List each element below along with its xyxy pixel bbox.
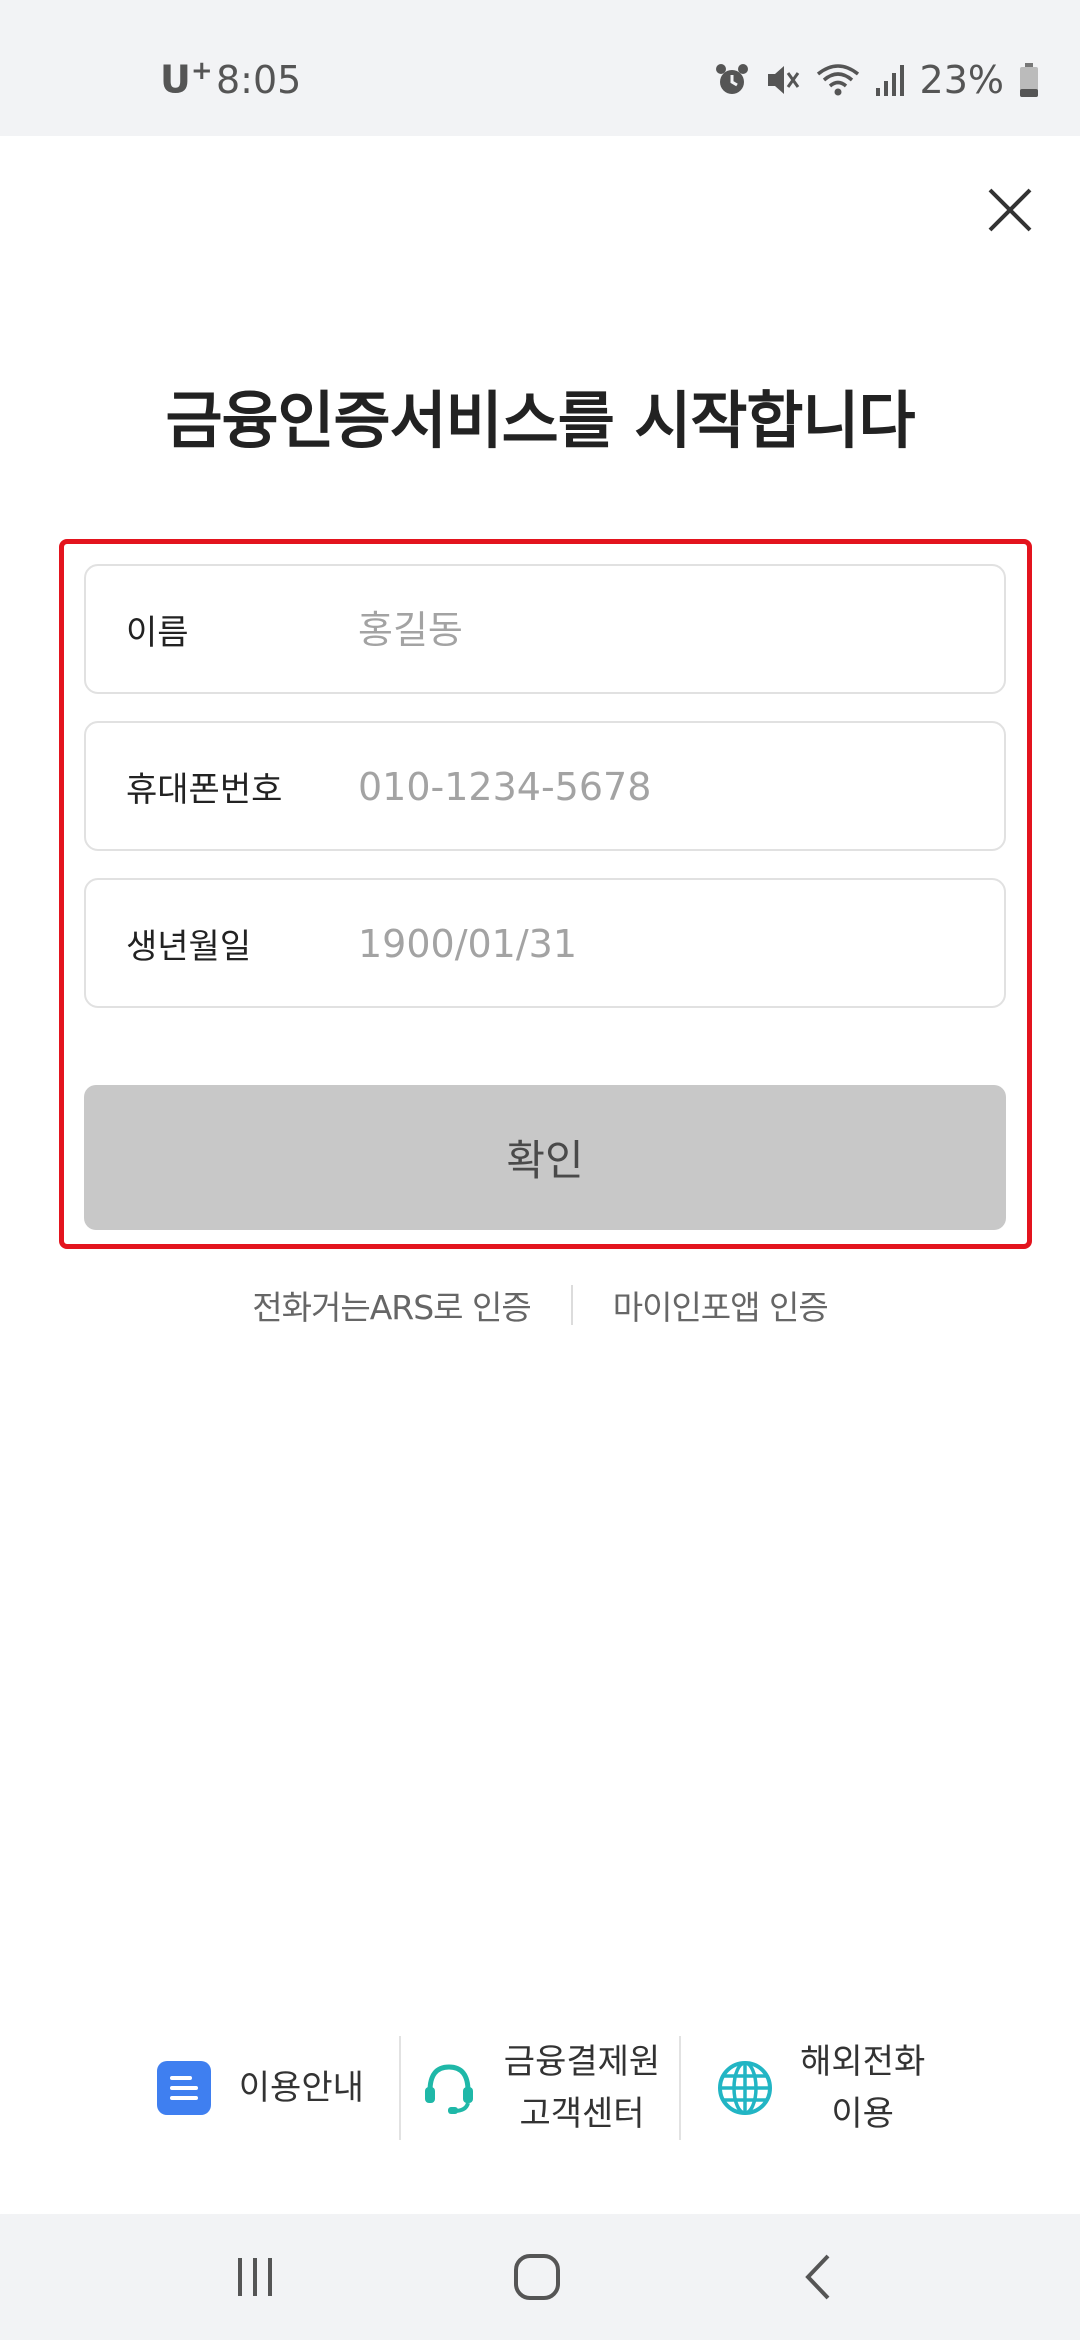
back-button[interactable] [784,2244,854,2310]
myinfo-app-auth-link[interactable]: 마이인포앱 인증 [613,1281,829,1329]
carrier-name: U [160,57,191,102]
name-label: 이름 [126,612,189,653]
carrier-label: U+ [160,56,213,102]
link-divider [570,1285,573,1325]
mute-icon [767,66,799,94]
phone-field: 휴대폰번호 [84,721,1006,851]
globe-icon [718,2061,773,2115]
screen: U+ 8:05 23% 금융인증서비스를 시작합니다 이름 홍길동 휴대폰번호 … [0,0,1080,2340]
overseas-call-button[interactable]: 해외전화 이용 [681,2028,960,2148]
birthdate-field: 생년월일 [84,878,1006,1008]
status-bar: U+ 8:05 23% [0,0,1080,136]
auth-form: 이름 휴대폰번호 생년월일 확인 [59,539,1032,1249]
phone-label: 휴대폰번호 [126,769,283,810]
overseas-call-line2: 이용 [831,2094,894,2134]
close-button[interactable] [980,180,1040,240]
clock: 8:05 [216,58,302,102]
confirm-button[interactable]: 확인 [84,1085,1006,1230]
home-button[interactable] [502,2244,572,2310]
signal-icon [875,65,904,96]
overseas-call-line1: 해외전화 [800,2042,926,2082]
home-icon [514,2254,560,2300]
system-nav-bar [0,2214,1080,2340]
wifi-icon [816,64,859,96]
usage-guide-button[interactable]: 이용안내 [120,2028,399,2148]
close-icon [988,188,1032,232]
phone-input[interactable] [358,741,978,833]
birthdate-label: 생년월일 [126,926,252,967]
name-input[interactable] [358,584,978,676]
recent-apps-icon [238,2258,272,2296]
customer-center-button[interactable]: 금융결제원 고객센터 [401,2028,680,2148]
status-icons: 23% [714,56,1040,104]
document-icon [156,2061,211,2115]
battery-icon [1020,63,1038,97]
alarm-icon [715,64,748,94]
name-field: 이름 [84,564,1006,694]
bottom-menu: 이용안내 금융결제원 고객센터 해외전화 이용 [120,2028,960,2148]
alt-auth-links: 전화거는ARS로 인증 마이인포앱 인증 [0,1280,1080,1330]
customer-center-line2: 고객센터 [519,2094,645,2134]
page-title: 금융인증서비스를 시작합니다 [165,384,915,457]
recent-apps-button[interactable] [220,2244,290,2310]
back-icon [805,2254,830,2300]
ars-auth-link[interactable]: 전화거는ARS로 인증 [252,1281,531,1329]
birthdate-input[interactable] [358,898,978,990]
usage-guide-label: 이용안내 [238,2068,364,2108]
battery-percent: 23% [919,58,1004,102]
headset-icon [424,2064,473,2114]
overseas-call-label: 해외전화 이용 [800,2036,925,2140]
carrier-plus: + [190,56,213,86]
customer-center-label: 금융결제원 고객센터 [504,2036,660,2140]
customer-center-line1: 금융결제원 [503,2042,661,2082]
